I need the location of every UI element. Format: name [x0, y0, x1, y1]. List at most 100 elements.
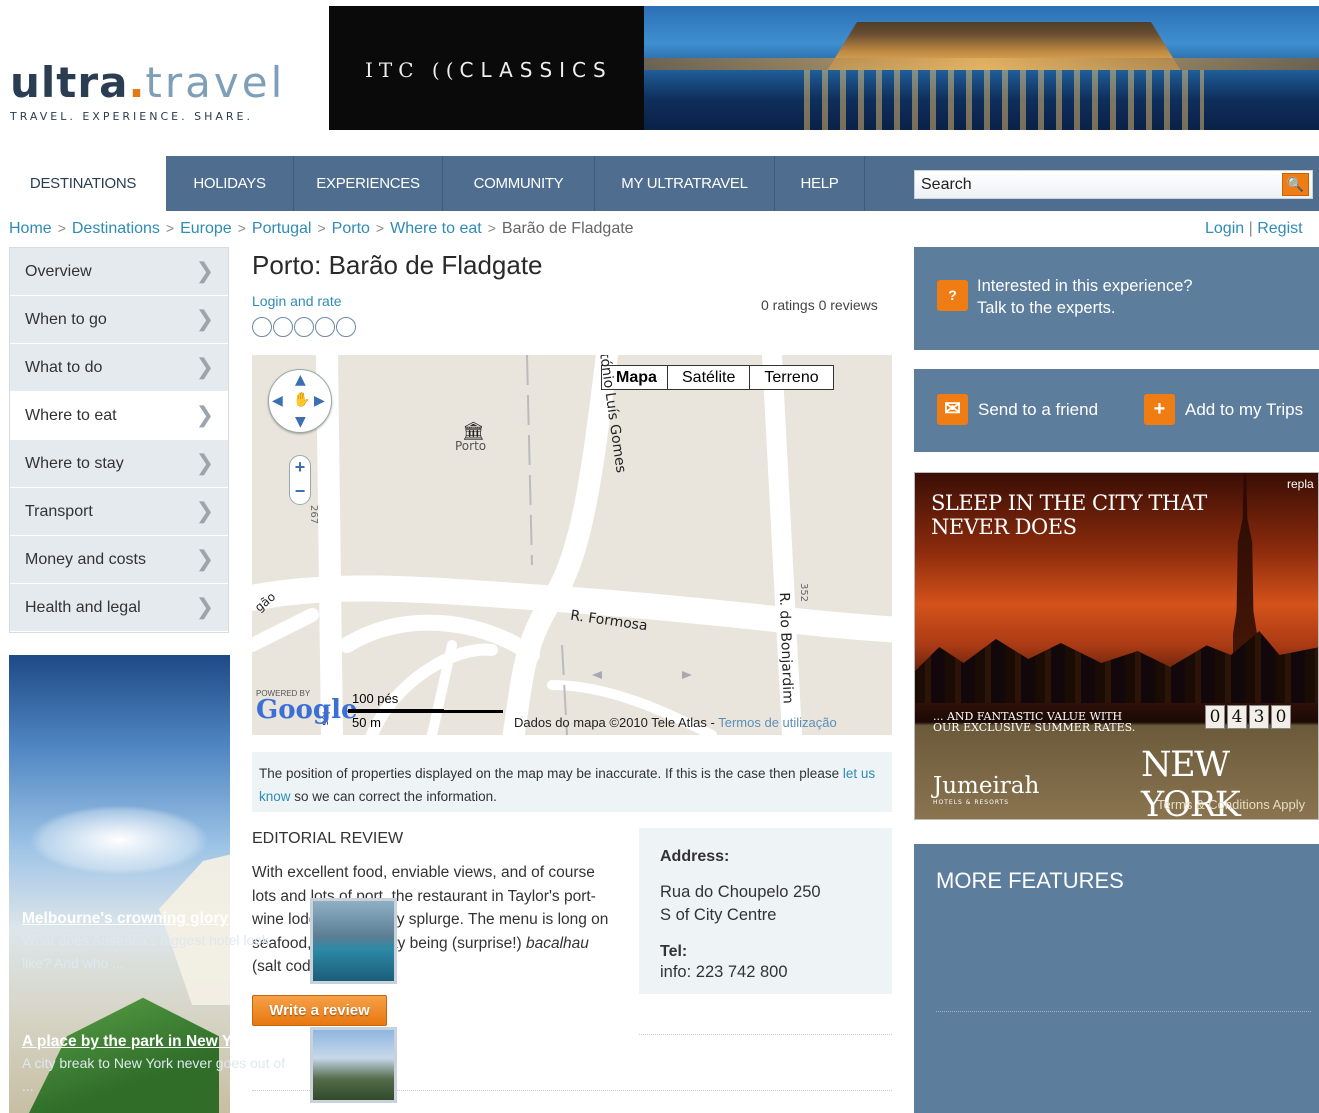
feature-thumbnail[interactable]	[310, 1027, 397, 1103]
site-logo[interactable]: ultra.travel TRAVEL. EXPERIENCE. SHARE.	[10, 62, 285, 124]
ad-replay[interactable]: repla	[1287, 477, 1314, 491]
side-menu-label: Health and legal	[25, 599, 141, 616]
nav-experiences[interactable]: EXPERIENCES	[294, 156, 443, 211]
logo-ultra: ultra	[10, 58, 129, 107]
ad-subtext-2: OUR EXCLUSIVE SUMMER RATES.	[933, 721, 1136, 734]
side-menu-where-to-stay[interactable]: Where to stay ❯	[10, 440, 228, 488]
side-menu-label: When to go	[25, 311, 107, 328]
experts-panel[interactable]: ? Interested in this experience? Talk to …	[914, 247, 1319, 350]
nav-help[interactable]: HELP	[775, 156, 865, 211]
side-menu-where-to-eat[interactable]: Where to eat ❯	[10, 392, 228, 440]
breadcrumb-where-to-eat[interactable]: Where to eat	[390, 220, 482, 237]
map-attribution: Dados do mapa ©2010 Tele Atlas - Termos …	[514, 715, 837, 730]
send-to-friend-label: Send to a friend	[978, 400, 1099, 419]
banner-brand-name: CLASSICS	[459, 58, 613, 82]
tel-value: info: 223 742 800	[660, 963, 788, 981]
address-panel: Address: Rua do Choupelo 250 S of City C…	[639, 828, 892, 994]
side-menu-money-and-costs[interactable]: Money and costs ❯	[10, 536, 228, 584]
ad-counter: 0430	[1205, 705, 1293, 729]
side-menu-when-to-go[interactable]: When to go ❯	[10, 296, 228, 344]
breadcrumb-porto[interactable]: Porto	[332, 220, 370, 237]
ad-counter-digit: 4	[1227, 705, 1247, 729]
scale-bar-metric	[348, 710, 503, 713]
logo-dot: .	[128, 58, 146, 107]
write-review-button[interactable]: Write a review	[252, 995, 387, 1026]
side-menu-what-to-do[interactable]: What to do ❯	[10, 344, 228, 392]
banner-photo	[644, 6, 1319, 130]
map-type-terreno[interactable]: Terreno	[750, 366, 832, 389]
ad-counter-digit: 3	[1249, 705, 1269, 729]
question-icon: ?	[937, 280, 968, 311]
banner-brand-prefix: ITC ((	[365, 58, 460, 82]
breadcrumb-europe[interactable]: Europe	[180, 220, 232, 237]
add-to-trips-button[interactable]: + Add to my Trips	[1144, 394, 1303, 426]
search-box: 🔍	[914, 170, 1313, 199]
rating-circle-icon[interactable]	[336, 317, 356, 337]
breadcrumb-portugal[interactable]: Portugal	[252, 220, 312, 237]
experts-line-1: Interested in this experience?	[977, 277, 1193, 295]
envelope-icon: ✉	[937, 394, 968, 425]
side-menu-label: Overview	[25, 263, 92, 280]
auth-links: Login | Regist	[1205, 220, 1303, 238]
login-link[interactable]: Login	[1205, 220, 1244, 237]
plus-icon: +	[1144, 394, 1175, 425]
breadcrumb-home[interactable]: Home	[9, 220, 52, 237]
location-map[interactable]: Mapa Satélite Terreno ▲ ◀ ▶ ▼ ✋ + − 🏛 Po…	[252, 355, 892, 735]
side-menu-transport[interactable]: Transport ❯	[10, 488, 228, 536]
nav-destinations[interactable]: DESTINATIONS	[0, 156, 166, 211]
ad-brand: Jumeirah	[933, 773, 1040, 799]
street-number-267: 267	[308, 504, 320, 525]
header-banner-ad[interactable]: ITC ((CLASSICS	[329, 6, 1319, 130]
login-and-rate-link[interactable]: Login and rate	[252, 293, 342, 309]
search-icon[interactable]: 🔍	[1282, 173, 1309, 196]
pan-left-icon[interactable]: ◀	[272, 393, 283, 409]
ad-subtext: ... AND FANTASTIC VALUE WITH OUR EXCLUSIV…	[933, 711, 1135, 733]
more-features-heading: MORE FEATURES	[936, 868, 1124, 893]
breadcrumb-sep: >	[487, 220, 496, 236]
nav-holidays[interactable]: HOLIDAYS	[166, 156, 294, 211]
ad-headline: SLEEP IN THE CITY THAT NEVER DOES	[931, 491, 1207, 539]
search-input[interactable]	[915, 171, 1275, 198]
map-pan-control[interactable]: ▲ ◀ ▶ ▼ ✋	[268, 369, 332, 433]
zoom-out-button[interactable]: −	[290, 480, 310, 504]
map-terms-link[interactable]: Termos de utilização	[718, 715, 837, 730]
page-title: Porto: Barão de Fladgate	[252, 250, 543, 280]
chevron-right-icon: ❯	[195, 499, 214, 524]
rating-circle-icon[interactable]	[294, 317, 314, 337]
photo-cloud	[29, 805, 209, 875]
editorial-heading: EDITORIAL REVIEW	[252, 830, 404, 847]
side-menu-overview[interactable]: Overview ❯	[10, 248, 228, 296]
side-menu-label: Where to stay	[25, 455, 124, 472]
ad-counter-digit: 0	[1271, 705, 1291, 729]
register-link[interactable]: Regist	[1257, 220, 1302, 237]
attribution-text: Dados do mapa ©2010 Tele Atlas -	[514, 715, 719, 730]
feature-description: What does Australia's biggest hotel look…	[22, 932, 270, 971]
map-disclaimer: The position of properties displayed on …	[252, 752, 892, 812]
rating-circle-icon[interactable]	[273, 317, 293, 337]
send-to-friend-button[interactable]: ✉ Send to a friend	[937, 394, 1098, 426]
jumeirah-ad[interactable]: SLEEP IN THE CITY THAT NEVER DOES repla .…	[914, 472, 1319, 820]
disclaimer-text-end: so we can correct the information.	[290, 789, 497, 804]
rating-circle-icon[interactable]	[315, 317, 335, 337]
nav-community[interactable]: COMMUNITY	[443, 156, 595, 211]
pan-right-icon[interactable]: ▶	[314, 393, 325, 409]
address-line-2: S of City Centre	[660, 906, 777, 924]
side-menu-label: Transport	[25, 503, 93, 520]
feature-description: A city break to New York never goes out …	[22, 1055, 286, 1094]
feature-thumbnail[interactable]	[310, 898, 397, 984]
side-menu-health-and-legal[interactable]: Health and legal ❯	[10, 584, 228, 632]
map-type-switcher: Mapa Satélite Terreno	[601, 365, 834, 390]
pan-down-icon[interactable]: ▼	[295, 414, 306, 430]
nav-my-ultratravel[interactable]: MY ULTRATRAVEL	[595, 156, 775, 211]
share-panel: ✉ Send to a friend + Add to my Trips	[914, 369, 1319, 452]
breadcrumb-destinations[interactable]: Destinations	[72, 220, 160, 237]
pan-up-icon[interactable]: ▲	[295, 372, 306, 388]
map-type-satelite[interactable]: Satélite	[668, 366, 751, 389]
side-menu-label: What to do	[25, 359, 103, 376]
breadcrumb-sep: >	[165, 220, 175, 236]
google-logo[interactable]: POWERED BY Google	[256, 689, 358, 723]
side-menu: Overview ❯ When to go ❯ What to do ❯ Where …	[9, 247, 229, 633]
zoom-in-button[interactable]: +	[290, 456, 310, 480]
address-line-1: Rua do Choupelo 250	[660, 883, 821, 901]
rating-circle-icon[interactable]	[252, 317, 272, 337]
